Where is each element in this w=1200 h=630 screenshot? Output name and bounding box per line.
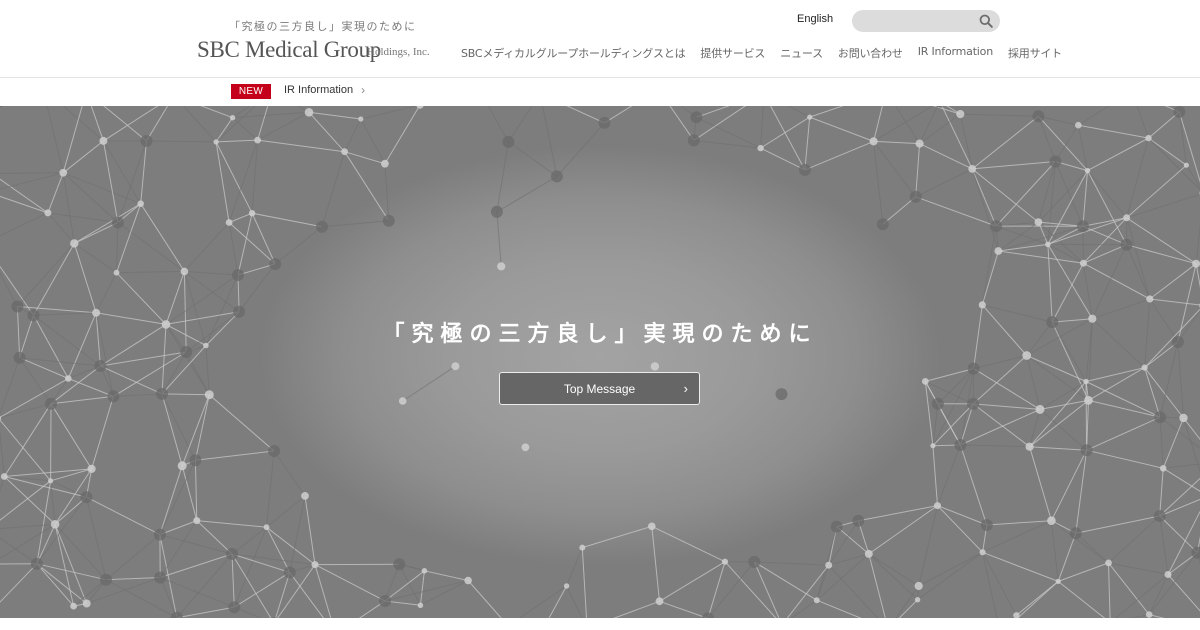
global-nav: SBCメディカルグループホールディングスとは 提供サービス ニュース お問い合わ… [461, 45, 1062, 61]
network-pattern-background [0, 106, 1200, 618]
logo-suffix: Holdings, Inc. [367, 46, 430, 58]
search-icon[interactable] [979, 14, 993, 28]
network-lines [0, 106, 1200, 618]
logo-name: SBC Medical Group [197, 37, 381, 62]
nav-item-recruit[interactable]: 採用サイト [1008, 45, 1062, 61]
chevron-right-icon: › [361, 83, 366, 97]
nav-item-about[interactable]: SBCメディカルグループホールディングスとは [461, 45, 686, 61]
news-ticker: NEW IR Information › [0, 79, 1200, 106]
nav-item-ir-information[interactable]: IR Information [918, 45, 993, 61]
site-logo[interactable]: 「究極の三方良し」実現のために SBC Medical Group Holdin… [197, 18, 437, 66]
top-message-button[interactable]: Top Message › [499, 372, 700, 405]
top-message-button-label: Top Message [563, 382, 636, 396]
news-link-label: IR Information [284, 84, 354, 96]
logo-tagline: 「究極の三方良し」実現のために [229, 20, 417, 33]
language-switch-english[interactable]: English [797, 13, 833, 25]
page-bottom-spacer [0, 618, 1200, 630]
nav-item-news[interactable]: ニュース [780, 45, 823, 61]
search-box [852, 10, 1000, 32]
hero-banner: 「究極の三方良し」実現のために Top Message › [0, 106, 1200, 618]
hero-title: 「究極の三方良し」実現のために [382, 321, 818, 347]
news-link-ir-information[interactable]: IR Information › [284, 84, 365, 96]
new-badge: NEW [231, 84, 271, 99]
site-header: 「究極の三方良し」実現のために SBC Medical Group Holdin… [0, 0, 1200, 78]
search-input[interactable] [862, 12, 974, 30]
nav-item-contact[interactable]: お問い合わせ [838, 45, 903, 61]
chevron-right-icon: › [683, 381, 688, 396]
nav-item-services[interactable]: 提供サービス [700, 45, 765, 61]
